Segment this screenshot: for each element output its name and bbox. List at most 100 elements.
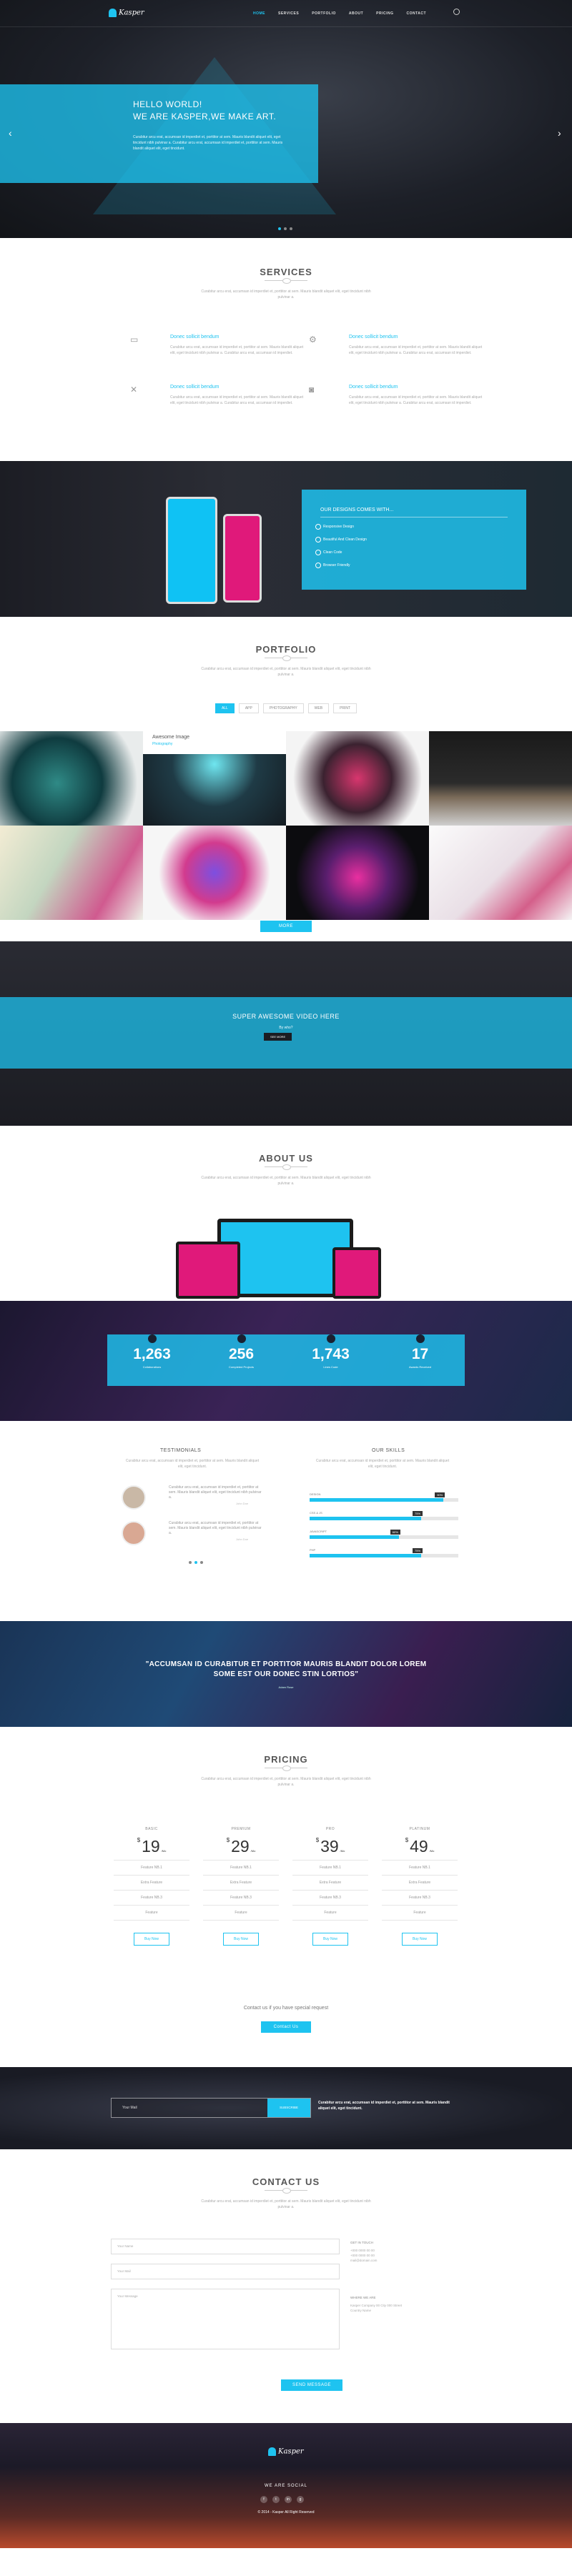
plan-price: $ 49 /Mo bbox=[405, 1837, 435, 1856]
portfolio-item[interactable] bbox=[0, 826, 143, 920]
portfolio-item[interactable] bbox=[286, 731, 429, 826]
nav-item-about[interactable]: ABOUT bbox=[342, 10, 370, 17]
testimonial-dots bbox=[189, 1561, 203, 1564]
check-icon bbox=[237, 1334, 246, 1343]
slider-dot[interactable] bbox=[278, 227, 281, 230]
main-menu: HOME SERVICES PORTFOLIO ABOUT PRICING CO… bbox=[247, 10, 433, 17]
contact-button-wrap: Contact Us bbox=[0, 2021, 572, 2033]
skill-percent: 75% bbox=[413, 1548, 423, 1553]
subscribe-button[interactable]: SUBSCRIBE bbox=[267, 2099, 310, 2117]
nav-item-portfolio[interactable]: PORTFOLIO bbox=[305, 10, 342, 17]
brand-logo[interactable]: Kasper bbox=[109, 9, 144, 17]
newsletter-section: Your Mail SUBSCRIBE Curabitur arcu erat,… bbox=[0, 2067, 572, 2149]
plan-price: $ 39 /Mo bbox=[315, 1837, 345, 1856]
phone-image-pink bbox=[223, 514, 262, 603]
skill-bar: 75% bbox=[310, 1511, 458, 1520]
filter-print[interactable]: PRINT bbox=[333, 703, 358, 713]
skill-name: JAVASCRIPT bbox=[310, 1530, 327, 1533]
caption-tag: Photography bbox=[152, 742, 173, 746]
nav-item-contact[interactable]: CONTACT bbox=[400, 10, 433, 17]
buy-now-button[interactable]: Buy Now bbox=[312, 1933, 348, 1946]
testimonial-author: John Doe bbox=[236, 1537, 249, 1541]
plan-feature: Feature NB.3 bbox=[114, 1890, 189, 1905]
plan-feature: Extra Feature bbox=[292, 1875, 368, 1890]
skills-title: OUR SKILLS bbox=[372, 1448, 405, 1453]
contact-info-touch: GET IN TOUCH +000 0000 00 00 +000 0000 0… bbox=[350, 2241, 458, 2263]
portfolio-item[interactable] bbox=[143, 826, 286, 920]
buy-now-button[interactable]: Buy Now bbox=[401, 1933, 438, 1946]
twitter-icon[interactable]: t bbox=[272, 2496, 280, 2503]
see-more-button[interactable]: SEE MORE bbox=[264, 1033, 292, 1041]
send-message-button[interactable]: SEND MESSAGE bbox=[281, 2379, 343, 2391]
stat-item: 17 Awards Received bbox=[375, 1334, 465, 1386]
service-title: Donec sollicit bendum bbox=[349, 335, 398, 340]
plan-feature: Feature bbox=[382, 1905, 458, 1920]
portfolio-item[interactable]: Awesome Image Photography bbox=[143, 731, 286, 826]
stat-label: Completed Projects bbox=[229, 1365, 254, 1369]
hero-section: Kasper HOME SERVICES PORTFOLIO ABOUT PRI… bbox=[0, 0, 572, 238]
email-field[interactable]: Your Mail bbox=[111, 2264, 340, 2279]
testimonial-text: Curabitur arcu erat, accumsan id imperdi… bbox=[169, 1521, 262, 1535]
ghost-icon bbox=[109, 9, 117, 17]
linkedin-icon[interactable]: in bbox=[285, 2496, 292, 2503]
plan-name: BASIC bbox=[145, 1827, 158, 1831]
more-button[interactable]: MORE bbox=[260, 921, 312, 932]
laptop-image bbox=[176, 1242, 240, 1299]
plan-feature: Feature NB.1 bbox=[203, 1860, 279, 1875]
footer-logo[interactable]: Kasper bbox=[268, 2447, 304, 2456]
name-field[interactable]: Your Name bbox=[111, 2239, 340, 2254]
facebook-icon[interactable]: f bbox=[260, 2496, 267, 2503]
nav-item-home[interactable]: HOME bbox=[247, 10, 272, 17]
plan-feature: Feature NB.1 bbox=[292, 1860, 368, 1875]
feature-item: Responsive Design bbox=[315, 524, 526, 530]
slider-next-icon[interactable]: › bbox=[558, 127, 561, 139]
quote-text: "ACCUMSAN ID CURABITUR ET PORTITOR MAURI… bbox=[145, 1660, 427, 1678]
slider-dot[interactable] bbox=[189, 1561, 192, 1564]
about-subtitle: Curabitur arcu erat, accumsan id imperdi… bbox=[201, 1176, 371, 1186]
portfolio-caption: Awesome Image Photography bbox=[143, 731, 286, 754]
nav-item-services[interactable]: SERVICES bbox=[272, 10, 305, 17]
features-section: OUR DESIGNS COMES WITH... Responsive Des… bbox=[0, 461, 572, 617]
features-title: OUR DESIGNS COMES WITH... bbox=[320, 507, 394, 512]
stat-value: 256 bbox=[228, 1346, 255, 1362]
portfolio-item[interactable] bbox=[429, 826, 572, 920]
newsletter-input[interactable]: Your Mail bbox=[122, 2106, 137, 2110]
skill-item: DESIGN 90% bbox=[310, 1492, 458, 1502]
contact-section: CONTACT US Curabitur arcu erat, accumsan… bbox=[0, 2149, 572, 2423]
portfolio-title: PORTFOLIO bbox=[255, 644, 317, 655]
info-text: +000 0000 00 00 +000 0000 00 00 mail@dom… bbox=[350, 2249, 378, 2262]
search-icon[interactable] bbox=[453, 9, 460, 15]
google-plus-icon[interactable]: g bbox=[297, 2496, 304, 2503]
nav-item-pricing[interactable]: PRICING bbox=[370, 10, 400, 17]
plan-feature: Feature bbox=[114, 1905, 189, 1920]
copyright: © 2014 - Kasper All Right Reserved bbox=[257, 2510, 315, 2515]
title-divider bbox=[265, 1765, 307, 1772]
pricing-title: PRICING bbox=[264, 1754, 308, 1765]
portfolio-item[interactable] bbox=[429, 731, 572, 826]
ghost-icon bbox=[268, 2447, 276, 2456]
slider-dot[interactable] bbox=[290, 227, 292, 230]
contact-us-button[interactable]: Contact Us bbox=[260, 2021, 312, 2033]
filter-all[interactable]: ALL bbox=[214, 703, 235, 713]
services-grid: ▭ Donec sollicit bendum Curabitur arcu e… bbox=[0, 300, 572, 443]
slider-dot[interactable] bbox=[284, 227, 287, 230]
stat-label: Awards Received bbox=[408, 1365, 432, 1369]
slider-prev-icon[interactable]: ‹ bbox=[9, 127, 12, 139]
slider-dot[interactable] bbox=[194, 1561, 197, 1564]
video-subtitle: By who? bbox=[279, 1026, 293, 1030]
slider-dot[interactable] bbox=[200, 1561, 203, 1564]
plan-feature: Feature bbox=[203, 1905, 279, 1920]
service-title: Donec sollicit bendum bbox=[170, 385, 220, 390]
buy-now-button[interactable]: Buy Now bbox=[222, 1933, 259, 1946]
filter-photography[interactable]: PHOTOGRAPHY bbox=[262, 703, 304, 713]
portfolio-item[interactable] bbox=[0, 731, 143, 826]
portfolio-item[interactable] bbox=[286, 826, 429, 920]
filter-app[interactable]: APP bbox=[238, 703, 259, 713]
pricing-plan: PREMIUM $ 29 /Mo Feature NB.1 Extra Feature… bbox=[203, 1827, 279, 1951]
feature-item: Beautiful And Clean Design bbox=[315, 537, 526, 543]
message-field[interactable]: Your Message bbox=[111, 2289, 340, 2349]
features-box: OUR DESIGNS COMES WITH... Responsive Des… bbox=[302, 490, 526, 590]
buy-now-button[interactable]: Buy Now bbox=[133, 1933, 169, 1946]
filter-web[interactable]: WEB bbox=[307, 703, 330, 713]
pricing-plan: BASIC $ 19 /Mo Feature NB.1 Extra Feature Fe… bbox=[114, 1827, 189, 1951]
